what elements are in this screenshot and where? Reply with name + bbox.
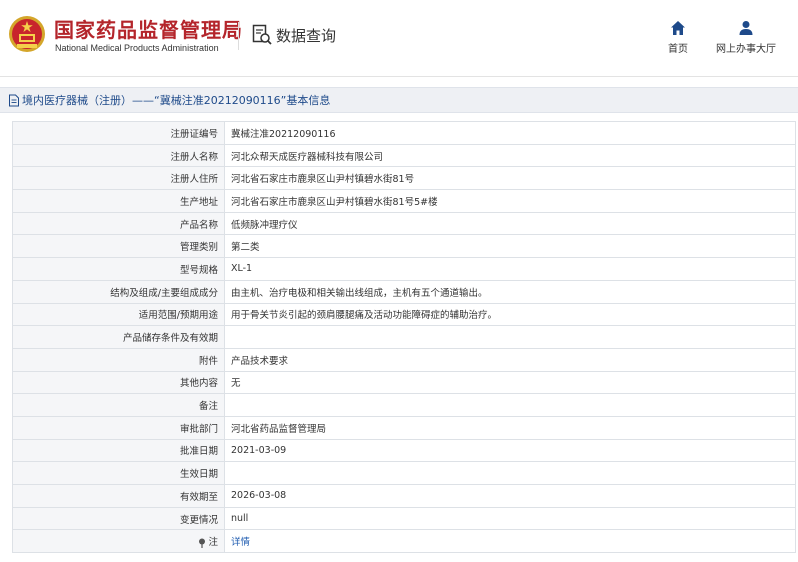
field-value: 低频脉冲理疗仪 bbox=[224, 211, 796, 236]
field-label: 生效日期 bbox=[12, 461, 225, 485]
table-row: 型号规格 XL-1 bbox=[12, 257, 796, 281]
details-link[interactable]: 详情 bbox=[224, 529, 796, 554]
data-query-label: 数据查询 bbox=[276, 26, 337, 45]
field-label: 备注 bbox=[12, 393, 225, 417]
table-row: 审批部门 河北省药品监督管理局 bbox=[12, 415, 796, 440]
site-header: 国家药品监督管理局 National Medical Products Admi… bbox=[0, 0, 798, 76]
table-row: 附件 产品技术要求 bbox=[12, 347, 796, 372]
table-row: 产品名称 低频脉冲理疗仪 bbox=[12, 211, 796, 236]
table-row: 产品储存条件及有效期 bbox=[12, 325, 796, 349]
table-row: 生效日期 bbox=[12, 461, 796, 485]
field-value: 由主机、治疗电极和相关输出线组成，主机有五个通道输出。 bbox=[224, 279, 796, 304]
field-label: 有效期至 bbox=[12, 484, 225, 508]
header-separator bbox=[0, 76, 798, 77]
field-value: null bbox=[224, 506, 796, 531]
table-row: 适用范围/预期用途 用于骨关节炎引起的颈肩腰腿痛及活动功能障碍症的辅助治疗。 bbox=[12, 302, 796, 327]
field-label: 型号规格 bbox=[12, 257, 225, 281]
field-label: 管理类别 bbox=[12, 234, 225, 259]
field-label: 产品储存条件及有效期 bbox=[12, 325, 225, 349]
table-row: 结构及组成/主要组成成分 由主机、治疗电极和相关输出线组成，主机有五个通道输出。 bbox=[12, 279, 796, 304]
table-row: 变更情况 null bbox=[12, 506, 796, 531]
document-icon bbox=[9, 94, 19, 106]
table-row: 备注 bbox=[12, 393, 796, 417]
field-label: 注册证编号 bbox=[12, 121, 225, 145]
record-detail-table: 注册证编号 冀械注准20212090116 注册人名称 河北众帮天成医疗器械科技有限… bbox=[12, 121, 796, 554]
field-value: 河北省石家庄市鹿泉区山尹村镇碧水街81号 bbox=[224, 166, 796, 191]
pin-icon bbox=[199, 538, 206, 548]
table-row: 注 详情 bbox=[12, 529, 796, 554]
field-label: 适用范围/预期用途 bbox=[12, 302, 225, 327]
home-icon bbox=[671, 21, 685, 35]
table-row: 批准日期 2021-03-09 bbox=[12, 438, 796, 463]
field-label: 变更情况 bbox=[12, 506, 225, 531]
field-label: 注册人名称 bbox=[12, 143, 225, 168]
field-value bbox=[224, 461, 796, 485]
field-value: 河北省药品监督管理局 bbox=[224, 415, 796, 440]
user-icon bbox=[739, 21, 753, 35]
record-title: 境内医疗器械（注册）——“冀械注准20212090116”基本信息 bbox=[22, 94, 331, 107]
field-label: 产品名称 bbox=[12, 211, 225, 236]
field-label: 批准日期 bbox=[12, 438, 225, 463]
field-label: 注 bbox=[208, 537, 218, 549]
header-divider bbox=[238, 22, 239, 50]
data-query-link[interactable]: 数据查询 bbox=[252, 24, 336, 46]
national-emblem-icon bbox=[9, 16, 45, 52]
nav-online-hall-button[interactable]: 网上办事大厅 bbox=[706, 20, 786, 55]
brand-title-cn: 国家药品监督管理局 bbox=[54, 18, 243, 42]
field-value: 用于骨关节炎引起的颈肩腰腿痛及活动功能障碍症的辅助治疗。 bbox=[224, 302, 796, 327]
search-document-icon bbox=[252, 24, 272, 45]
field-value: 第二类 bbox=[224, 234, 796, 259]
field-value: 河北省石家庄市鹿泉区山尹村镇碧水街81号5#楼 bbox=[224, 189, 796, 213]
field-value: 2021-03-09 bbox=[224, 438, 796, 463]
table-row: 有效期至 2026-03-08 bbox=[12, 484, 796, 508]
field-value: 2026-03-08 bbox=[224, 484, 796, 508]
field-label: 注册人住所 bbox=[12, 166, 225, 191]
table-row: 管理类别 第二类 bbox=[12, 234, 796, 259]
field-value bbox=[224, 325, 796, 349]
table-row: 其他内容无 bbox=[12, 370, 796, 395]
table-row: 注册人住所 河北省石家庄市鹿泉区山尹村镇碧水街81号 bbox=[12, 166, 796, 191]
table-row: 注册人名称 河北众帮天成医疗器械科技有限公司 bbox=[12, 143, 796, 168]
table-row: 注册证编号 冀械注准20212090116 bbox=[12, 121, 796, 145]
nav-online-hall-label: 网上办事大厅 bbox=[716, 44, 776, 55]
field-value: XL-1 bbox=[224, 257, 796, 281]
field-label: 其他内容 bbox=[12, 370, 225, 395]
table-row: 生产地址 河北省石家庄市鹿泉区山尹村镇碧水街81号5#楼 bbox=[12, 189, 796, 213]
field-value: 冀械注准20212090116 bbox=[224, 121, 796, 145]
field-label: 生产地址 bbox=[12, 189, 225, 213]
field-value: 无 bbox=[224, 370, 796, 395]
brand-title-en: National Medical Products Administration bbox=[55, 43, 219, 53]
field-value: 产品技术要求 bbox=[224, 347, 796, 372]
note-label-cell: 注 bbox=[12, 529, 225, 554]
field-value: 河北众帮天成医疗器械科技有限公司 bbox=[224, 143, 796, 168]
field-value bbox=[224, 393, 796, 417]
field-label: 审批部门 bbox=[12, 415, 225, 440]
record-title-bar: 境内医疗器械（注册）——“冀械注准20212090116”基本信息 bbox=[0, 87, 798, 113]
field-label: 结构及组成/主要组成成分 bbox=[12, 279, 225, 304]
field-label: 附件 bbox=[12, 347, 225, 372]
